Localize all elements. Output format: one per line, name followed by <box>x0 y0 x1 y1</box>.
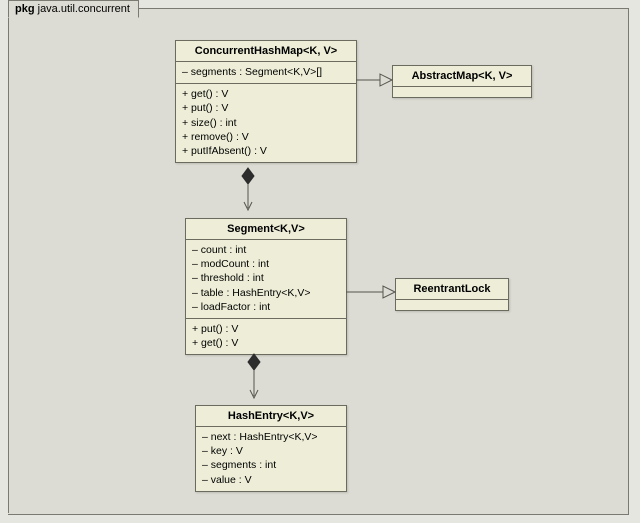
attr: – threshold : int <box>192 271 340 285</box>
attr: – count : int <box>192 243 340 257</box>
class-operations: + put() : V + get() : V <box>186 319 346 354</box>
attr: – modCount : int <box>192 257 340 271</box>
class-attributes: – segments : Segment<K,V>[] <box>176 62 356 84</box>
class-attributes: – count : int – modCount : int – thresho… <box>186 240 346 319</box>
empty-section <box>396 300 508 310</box>
class-reentrant-lock: ReentrantLock <box>395 278 509 311</box>
class-segment: Segment<K,V> – count : int – modCount : … <box>185 218 347 355</box>
attr: – key : V <box>202 444 340 458</box>
attr: – segments : Segment<K,V>[] <box>182 65 350 79</box>
empty-section <box>393 87 531 97</box>
class-hash-entry: HashEntry<K,V> – next : HashEntry<K,V> –… <box>195 405 347 492</box>
op: + put() : V <box>192 322 340 336</box>
op: + get() : V <box>182 87 350 101</box>
package-left-border <box>8 18 10 513</box>
class-attributes: – next : HashEntry<K,V> – key : V – segm… <box>196 427 346 491</box>
op: + putIfAbsent() : V <box>182 144 350 158</box>
op: + get() : V <box>192 336 340 350</box>
class-abstract-map: AbstractMap<K, V> <box>392 65 532 98</box>
class-concurrent-hashmap: ConcurrentHashMap<K, V> – segments : Seg… <box>175 40 357 163</box>
op: + size() : int <box>182 116 350 130</box>
package-prefix: pkg <box>15 3 35 15</box>
package-tab: pkg java.util.concurrent <box>8 0 139 18</box>
op: + put() : V <box>182 101 350 115</box>
package-name: java.util.concurrent <box>38 3 130 15</box>
class-title: ConcurrentHashMap<K, V> <box>176 41 356 62</box>
attr: – value : V <box>202 473 340 487</box>
class-title: ReentrantLock <box>396 279 508 300</box>
class-title: AbstractMap<K, V> <box>393 66 531 87</box>
op: + remove() : V <box>182 130 350 144</box>
attr: – segments : int <box>202 458 340 472</box>
attr: – table : HashEntry<K,V> <box>192 286 340 300</box>
class-operations: + get() : V + put() : V + size() : int +… <box>176 84 356 162</box>
class-title: Segment<K,V> <box>186 219 346 240</box>
attr: – loadFactor : int <box>192 300 340 314</box>
attr: – next : HashEntry<K,V> <box>202 430 340 444</box>
class-title: HashEntry<K,V> <box>196 406 346 427</box>
